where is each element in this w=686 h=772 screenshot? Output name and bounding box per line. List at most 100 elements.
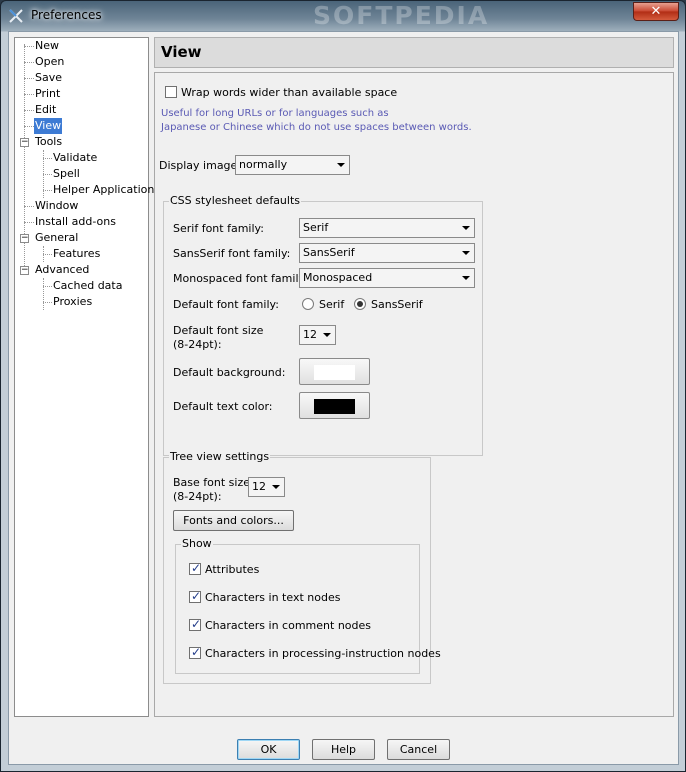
comment-nodes-checkbox[interactable] (189, 617, 201, 631)
tree-line (24, 94, 34, 95)
chevron-down-icon (462, 276, 470, 280)
serif-font-dropdown[interactable]: Serif (299, 218, 475, 238)
default-font-family-label: Default font family: (173, 298, 279, 311)
tree-line (43, 190, 52, 191)
sansserif-font-label: SansSerif font family: (173, 247, 291, 260)
tree-item-edit[interactable]: Edit (34, 102, 57, 118)
tree-item-helper-applications[interactable]: Helper Applications (52, 182, 161, 198)
tree-item-new[interactable]: New (34, 38, 60, 54)
tree-item-advanced[interactable]: Advanced (34, 262, 90, 278)
base-font-size-range: (8-24pt): (173, 490, 222, 503)
collapse-icon[interactable]: − (20, 234, 29, 243)
text-color-swatch (314, 399, 355, 414)
show-group: Show Attributes Characters in text nodes… (175, 537, 441, 674)
default-font-size-value: 12 (303, 328, 317, 341)
radio-serif[interactable] (302, 298, 314, 310)
tree-item-general[interactable]: General (34, 230, 79, 246)
pi-nodes-label: Characters in processing-instruction nod… (205, 647, 441, 660)
view-settings-panel: Wrap words wider than available space Us… (154, 72, 674, 717)
default-font-size-range: (8-24pt): (173, 338, 222, 351)
pi-nodes-checkbox[interactable] (189, 645, 201, 659)
radio-serif-label: Serif (319, 298, 345, 311)
tree-item-save[interactable]: Save (34, 70, 63, 86)
tree-item-tools[interactable]: Tools (34, 134, 63, 150)
wrap-hint-line-2: Japanese or Chinese which do not use spa… (161, 122, 472, 133)
help-button[interactable]: Help (312, 739, 375, 760)
tree-item-view[interactable]: View (34, 118, 63, 134)
attributes-checkbox[interactable] (189, 561, 201, 575)
tree-item-print[interactable]: Print (34, 86, 61, 102)
monospaced-font-value: Monospaced (303, 271, 373, 284)
tree-item-spell[interactable]: Spell (52, 166, 81, 182)
wrap-words-label: Wrap words wider than available space (181, 86, 398, 99)
tree-line (43, 158, 52, 159)
tree-line (24, 206, 34, 207)
monospaced-font-label: Monospaced font family: (173, 272, 308, 285)
tree-view-settings-group: Tree view settings Base font size (8-24p… (163, 450, 441, 684)
show-group-title: Show (181, 537, 213, 550)
attributes-label: Attributes (205, 563, 260, 576)
tree-item-features[interactable]: Features (52, 246, 101, 262)
preferences-window: Preferences SOFTPEDIA ✕ New Open Save Pr… (0, 0, 686, 772)
tree-line (43, 174, 52, 175)
serif-font-label: Serif font family: (173, 222, 264, 235)
tree-line (43, 302, 52, 303)
tree-view-settings-title: Tree view settings (169, 450, 271, 463)
default-font-size-label: Default font size (173, 324, 264, 337)
tree-line (24, 46, 34, 47)
sansserif-font-value: SansSerif (303, 246, 355, 259)
chevron-down-icon (272, 485, 280, 489)
close-icon: ✕ (650, 4, 662, 19)
chevron-down-icon (323, 333, 331, 337)
title-bar[interactable]: Preferences SOFTPEDIA ✕ (1, 1, 685, 31)
display-images-value: normally (239, 158, 288, 171)
comment-nodes-label: Characters in comment nodes (205, 619, 371, 632)
text-nodes-label: Characters in text nodes (205, 591, 341, 604)
display-images-label: Display images (159, 159, 244, 172)
monospaced-font-dropdown[interactable]: Monospaced (299, 268, 475, 288)
app-icon (8, 8, 24, 24)
tree-item-install-add-ons[interactable]: Install add-ons (34, 214, 117, 230)
dialog-client-area: New Open Save Print Edit View − Tools Va… (8, 31, 679, 765)
tree-line (43, 278, 44, 310)
chevron-down-icon (337, 163, 345, 167)
chevron-down-icon (462, 226, 470, 230)
sansserif-font-dropdown[interactable]: SansSerif (299, 243, 475, 263)
default-background-button[interactable] (299, 358, 370, 385)
serif-font-value: Serif (303, 221, 329, 234)
close-button[interactable]: ✕ (633, 2, 679, 21)
base-font-size-value: 12 (252, 480, 266, 493)
radio-sansserif-label: SansSerif (371, 298, 423, 311)
tree-item-open[interactable]: Open (34, 54, 65, 70)
base-font-size-label: Base font size (173, 476, 250, 489)
radio-sansserif[interactable] (354, 298, 366, 310)
default-text-color-label: Default text color: (173, 400, 273, 413)
collapse-icon[interactable]: − (20, 138, 29, 147)
cancel-button[interactable]: Cancel (387, 739, 450, 760)
wrap-hint-line-1: Useful for long URLs or for languages su… (161, 108, 389, 119)
tree-item-window[interactable]: Window (34, 198, 79, 214)
text-nodes-checkbox[interactable] (189, 589, 201, 603)
window-title: Preferences (31, 8, 102, 22)
tree-line (24, 126, 34, 127)
tree-item-proxies[interactable]: Proxies (52, 294, 93, 310)
collapse-icon[interactable]: − (20, 266, 29, 275)
fonts-and-colors-button[interactable]: Fonts and colors... (173, 510, 294, 531)
ok-button[interactable]: OK (237, 739, 300, 760)
category-tree[interactable]: New Open Save Print Edit View − Tools Va… (14, 37, 160, 717)
default-text-color-button[interactable] (299, 392, 370, 419)
display-images-dropdown[interactable]: normally (235, 155, 350, 175)
tree-line (24, 110, 34, 111)
base-font-size-dropdown[interactable]: 12 (248, 477, 285, 497)
tree-line (43, 286, 52, 287)
tree-line (24, 222, 34, 223)
tree-line (24, 78, 34, 79)
watermark: SOFTPEDIA (313, 1, 490, 30)
chevron-down-icon (462, 251, 470, 255)
tree-item-validate[interactable]: Validate (52, 150, 98, 166)
default-background-label: Default background: (173, 366, 286, 379)
default-font-size-dropdown[interactable]: 12 (299, 325, 336, 345)
wrap-words-checkbox[interactable] (165, 86, 177, 98)
css-defaults-group: CSS stylesheet defaults Serif font famil… (163, 194, 483, 456)
tree-item-cached-data[interactable]: Cached data (52, 278, 123, 294)
